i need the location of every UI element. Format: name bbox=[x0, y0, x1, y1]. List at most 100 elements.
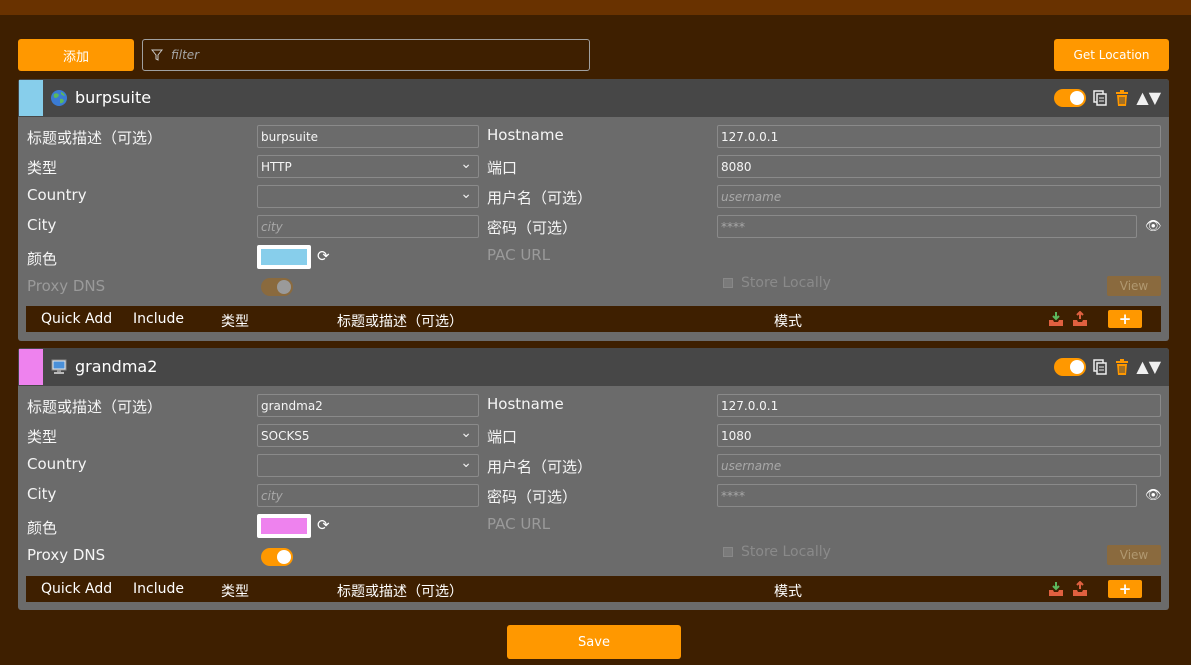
port-input[interactable]: 1080 bbox=[717, 424, 1161, 447]
toolbar: 添加 Get Location bbox=[18, 39, 1169, 71]
hostname-label: Hostname bbox=[487, 126, 564, 144]
card-header: burpsuite ▲ ▼ bbox=[18, 79, 1169, 117]
get-location-button[interactable]: Get Location bbox=[1054, 39, 1169, 71]
add-button[interactable]: 添加 bbox=[18, 39, 134, 71]
proxy-card: burpsuite ▲ ▼ 标题或描述（可选） burpsuite Hostna… bbox=[18, 79, 1169, 341]
city-label: City bbox=[27, 216, 57, 234]
duplicate-icon[interactable] bbox=[1092, 89, 1108, 107]
quick-add-label[interactable]: Quick Add bbox=[41, 581, 112, 597]
add-pattern-button[interactable]: + bbox=[1108, 580, 1142, 598]
pattern-type-label: 类型 bbox=[221, 584, 249, 600]
title-label: 标题或描述（可选） bbox=[27, 129, 163, 147]
username-input[interactable]: username bbox=[717, 185, 1161, 208]
proxy-title: burpsuite bbox=[75, 88, 152, 107]
store-locally-checkbox[interactable] bbox=[723, 547, 733, 557]
hostname-input[interactable]: 127.0.0.1 bbox=[717, 125, 1161, 148]
import-icon[interactable] bbox=[1048, 311, 1064, 327]
pattern-title-label: 标题或描述（可选） bbox=[337, 314, 463, 330]
proxy-dns-label: Proxy DNS bbox=[27, 277, 106, 295]
view-button[interactable]: View bbox=[1107, 545, 1161, 565]
card-actions: ▲ ▼ bbox=[1054, 89, 1161, 107]
computer-icon bbox=[51, 359, 67, 374]
country-label: Country bbox=[27, 186, 87, 204]
pattern-bar: Quick Add Include 类型 标题或描述（可选） 模式 + bbox=[26, 576, 1161, 602]
pattern-type-label: 类型 bbox=[221, 314, 249, 330]
trash-icon[interactable] bbox=[1114, 358, 1130, 376]
trash-icon[interactable] bbox=[1114, 89, 1130, 107]
enable-toggle[interactable] bbox=[1054, 89, 1087, 107]
proxy-dns-toggle[interactable] bbox=[261, 548, 293, 566]
globe-icon bbox=[51, 90, 67, 106]
hostname-label: Hostname bbox=[487, 395, 564, 413]
add-pattern-button[interactable]: + bbox=[1108, 310, 1142, 328]
filter-box[interactable] bbox=[142, 39, 590, 71]
password-input[interactable]: **** bbox=[717, 484, 1137, 507]
color-label: 颜色 bbox=[27, 519, 58, 537]
color-strip bbox=[19, 349, 43, 385]
type-select[interactable]: HTTP bbox=[257, 155, 479, 178]
country-label: Country bbox=[27, 455, 87, 473]
port-label: 端口 bbox=[487, 159, 518, 177]
view-button[interactable]: View bbox=[1107, 276, 1161, 296]
move-up-icon[interactable]: ▲ bbox=[1136, 89, 1148, 107]
username-label: 用户名（可选） bbox=[487, 189, 593, 207]
include-label: Include bbox=[133, 311, 184, 327]
store-locally-checkbox[interactable] bbox=[723, 278, 733, 288]
color-picker[interactable] bbox=[257, 245, 311, 269]
store-locally[interactable]: Store Locally bbox=[723, 544, 831, 560]
pattern-title-label: 标题或描述（可选） bbox=[337, 584, 463, 600]
city-label: City bbox=[27, 485, 57, 503]
reset-color-icon[interactable]: ⟳ bbox=[317, 516, 330, 534]
eye-icon[interactable]: 👁 bbox=[1145, 488, 1162, 503]
quick-add-label[interactable]: Quick Add bbox=[41, 311, 112, 327]
save-button[interactable]: Save bbox=[507, 625, 681, 659]
export-icon[interactable] bbox=[1072, 581, 1088, 597]
export-icon[interactable] bbox=[1072, 311, 1088, 327]
password-label: 密码（可选） bbox=[487, 219, 578, 237]
password-label: 密码（可选） bbox=[487, 488, 578, 506]
eye-icon[interactable]: 👁 bbox=[1145, 219, 1162, 234]
country-select[interactable] bbox=[257, 454, 479, 477]
proxy-dns-label: Proxy DNS bbox=[27, 546, 106, 564]
title-input[interactable]: burpsuite bbox=[257, 125, 479, 148]
type-label: 类型 bbox=[27, 159, 58, 177]
hostname-input[interactable]: 127.0.0.1 bbox=[717, 394, 1161, 417]
city-input[interactable]: city bbox=[257, 215, 479, 238]
card-header: grandma2 ▲ ▼ bbox=[18, 348, 1169, 386]
pattern-bar: Quick Add Include 类型 标题或描述（可选） 模式 + bbox=[26, 306, 1161, 332]
title-input[interactable]: grandma2 bbox=[257, 394, 479, 417]
move-down-icon[interactable]: ▼ bbox=[1149, 358, 1161, 376]
filter-icon bbox=[151, 49, 163, 61]
proxy-title: grandma2 bbox=[75, 357, 158, 376]
password-input[interactable]: **** bbox=[717, 215, 1137, 238]
proxy-card: grandma2 ▲ ▼ 标题或描述（可选） grandma2 Hostname… bbox=[18, 348, 1169, 610]
pac-url-label: PAC URL bbox=[487, 246, 551, 264]
store-locally[interactable]: Store Locally bbox=[723, 275, 831, 291]
type-select[interactable]: SOCKS5 bbox=[257, 424, 479, 447]
color-picker[interactable] bbox=[257, 514, 311, 538]
country-select[interactable] bbox=[257, 185, 479, 208]
color-strip bbox=[19, 80, 43, 116]
pattern-label: 模式 bbox=[774, 314, 802, 330]
pac-url-label: PAC URL bbox=[487, 515, 551, 533]
pattern-label: 模式 bbox=[774, 584, 802, 600]
proxy-dns-toggle[interactable] bbox=[261, 278, 293, 296]
color-label: 颜色 bbox=[27, 250, 58, 268]
move-down-icon[interactable]: ▼ bbox=[1149, 89, 1161, 107]
reset-color-icon[interactable]: ⟳ bbox=[317, 247, 330, 265]
username-input[interactable]: username bbox=[717, 454, 1161, 477]
city-input[interactable]: city bbox=[257, 484, 479, 507]
username-label: 用户名（可选） bbox=[487, 458, 593, 476]
import-icon[interactable] bbox=[1048, 581, 1064, 597]
top-bar bbox=[0, 0, 1191, 15]
port-input[interactable]: 8080 bbox=[717, 155, 1161, 178]
duplicate-icon[interactable] bbox=[1092, 358, 1108, 376]
card-actions: ▲ ▼ bbox=[1054, 358, 1161, 376]
move-up-icon[interactable]: ▲ bbox=[1136, 358, 1148, 376]
type-label: 类型 bbox=[27, 428, 58, 446]
title-label: 标题或描述（可选） bbox=[27, 398, 163, 416]
port-label: 端口 bbox=[487, 428, 518, 446]
include-label: Include bbox=[133, 581, 184, 597]
filter-input[interactable] bbox=[171, 48, 571, 62]
enable-toggle[interactable] bbox=[1054, 358, 1087, 376]
